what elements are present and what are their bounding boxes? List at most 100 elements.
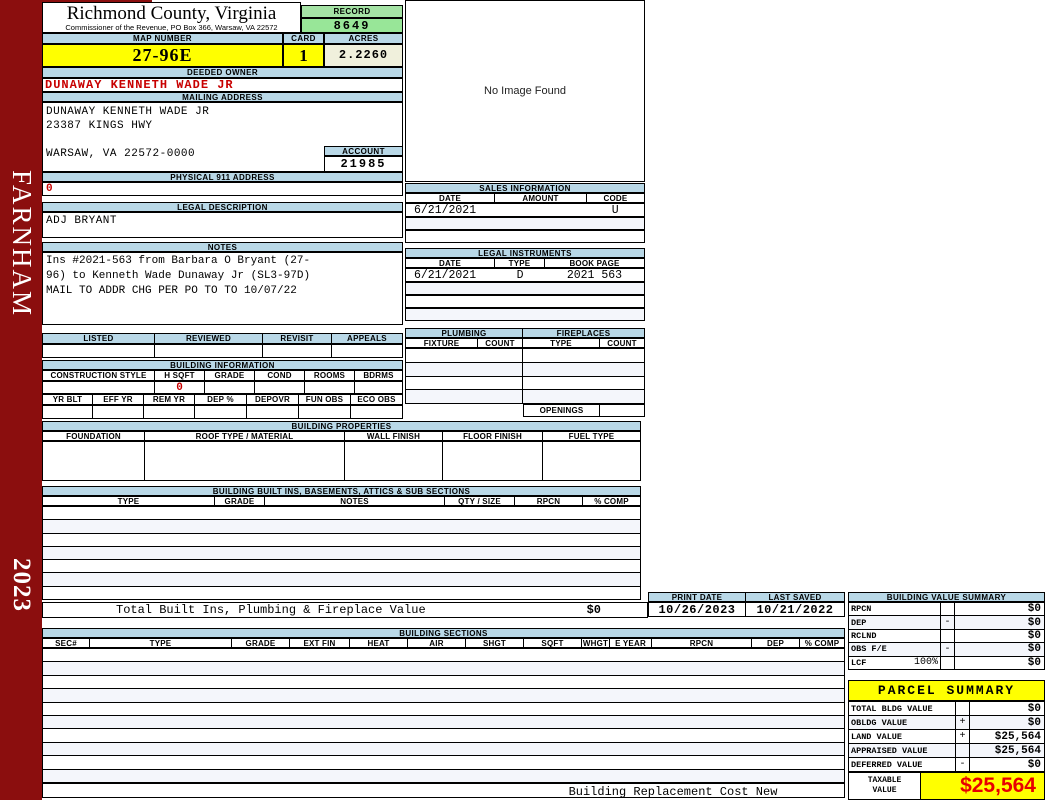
district-label: FARNHAM [7,170,37,318]
reviewed-value [155,345,263,357]
bvs-label: LCF [851,657,867,668]
instruments-row-2 [405,282,645,295]
bdrms-value [355,382,402,393]
built-ins-title: BUILDING BUILT INS, BASEMENTS, ATTICS & … [42,486,641,496]
h-sqft-value: 0 [155,382,205,393]
bvs-pct: 100% [913,657,938,669]
built-ins-rows [42,506,641,600]
air-header: AIR [408,638,466,648]
eff-yr-header: EFF YR [93,394,144,405]
empty-row [43,534,640,547]
yr-blt-header: YR BLT [42,394,93,405]
fuel-type-value [543,442,640,480]
ext-fin-header: EXT FIN [290,638,350,648]
bvs-row: RPCN $0 [849,603,1044,617]
type-header: TYPE [90,638,232,648]
plumbing-fireplaces-headers: FIXTURE COUNT TYPE COUNT [405,338,645,348]
bvs-op: - [941,616,955,629]
parcel-row: OBLDG VALUE + $0 [849,716,1044,730]
legal-description-label: LEGAL DESCRIPTION [42,202,403,212]
parcel-op [956,744,970,757]
empty-row [43,769,844,783]
cond-value [255,382,305,393]
built-ins-header-row: TYPE GRADE NOTES QTY / SIZE RPCN % COMP [42,496,641,506]
instrument-bookpage-value: 2021 563 [566,268,623,282]
sales-header-row: DATE AMOUNT CODE [405,193,645,203]
empty-row [43,560,640,574]
builtins-rpcn-header: RPCN [515,496,583,506]
bvs-value: $0 [1027,603,1041,616]
building-information-header-row-1: CONSTRUCTION STYLE H SQFT GRADE COND ROO… [42,370,403,381]
acres-value: 2.2260 [324,44,403,67]
sales-code-value: U [611,203,619,217]
floor-finish-header: FLOOR FINISH [443,431,543,441]
empty-row [406,376,644,391]
empty-row [43,756,844,770]
reviewed-header: REVIEWED [155,333,263,344]
record-number: 8649 [301,18,403,33]
instrument-date-header: DATE [405,258,495,268]
rem-yr-header: REM YR [144,394,195,405]
instruments-row-3 [405,295,645,308]
acres-label: ACRES [324,33,403,44]
taxable-label-line2: VALUE [872,786,897,795]
h-sqft-header: H SQFT [155,370,205,381]
built-ins-total-value: $0 [586,603,601,617]
bvs-row: OBS F/E - $0 [849,643,1044,657]
builtins-comp-header: % COMP [583,496,641,506]
whgt-header: WHGT [582,638,610,648]
rooms-header: ROOMS [305,370,355,381]
grade-value [205,382,255,393]
taxable-value-label: TAXABLE VALUE [849,773,921,799]
building-sections-footer-row: Building Replacement Cost New [42,783,845,799]
commissioner-line: Commissioner of the Revenue, PO Box 366,… [65,23,278,32]
bvs-label: RCLND [851,631,877,642]
wall-finish-header: WALL FINISH [345,431,443,441]
built-ins-total-label: Total Built Ins, Plumbing & Fireplace Va… [116,603,426,617]
empty-row [43,649,844,663]
review-header-row: LISTED REVIEWED REVISIT APPEALS [42,333,403,344]
empty-row [43,587,640,599]
built-ins-total-row: Total Built Ins, Plumbing & Fireplace Va… [42,602,648,618]
building-sections-header-row: SEC# TYPE GRADE EXT FIN HEAT AIR SHGT SQ… [42,638,845,648]
county-title-block: Richmond County, Virginia Commissioner o… [42,2,301,33]
parcel-value: $0 [1027,716,1041,729]
bvs-value: $0 [1027,616,1041,629]
building-information-header-row-2: YR BLT EFF YR REM YR DEP % DEPOVR FUN OB… [42,394,403,405]
builtins-notes-header: NOTES [265,496,445,506]
county-title: Richmond County, Virginia [66,3,277,24]
bvs-value: $0 [1027,643,1041,656]
taxable-value-amount: $25,564 [921,773,1044,799]
rem-yr-value [144,406,195,418]
sales-row-3 [405,230,645,243]
foundation-header: FOUNDATION [42,431,145,441]
bvs-op: - [941,643,955,656]
parcel-label: LAND VALUE [849,730,956,743]
print-info-values: 10/26/2023 10/21/2022 [648,602,845,617]
building-information-title: BUILDING INFORMATION [42,360,403,370]
sales-date-header: DATE [405,193,495,203]
building-sections-title: BUILDING SECTIONS [42,628,845,638]
building-sections-rows [42,648,845,783]
parcel-op: + [956,716,970,729]
yr-blt-value [43,406,93,418]
property-record-card: FARNHAM 2023 Richmond County, Virginia C… [0,0,1050,800]
bvs-op [941,603,955,616]
bvs-label: RPCN [851,604,872,615]
building-information-value-row-2 [42,405,403,419]
listed-header: LISTED [42,333,155,344]
parcel-row: LAND VALUE + $25,564 [849,730,1044,744]
fireplace-count-header: COUNT [600,338,645,348]
instrument-type-value: D [516,268,524,282]
parcel-value: $0 [1027,758,1041,771]
instrument-bookpage-header: BOOK PAGE [545,258,645,268]
notes-line-1: Ins #2021-563 from Barbara O Bryant (27- [46,255,311,267]
floor-finish-value [443,442,543,480]
building-value-summary-table: RPCN $0 DEP - $0 RCLND $0 OBS F/E - $0 L… [848,602,1045,670]
construction-style-value [43,382,155,393]
builtins-type-header: TYPE [42,496,215,506]
builtins-qty-header: QTY / SIZE [445,496,515,506]
building-properties-header-row: FOUNDATION ROOF TYPE / MATERIAL WALL FIN… [42,431,641,441]
account-label: ACCOUNT [324,146,403,156]
roof-type-header: ROOF TYPE / MATERIAL [145,431,345,441]
